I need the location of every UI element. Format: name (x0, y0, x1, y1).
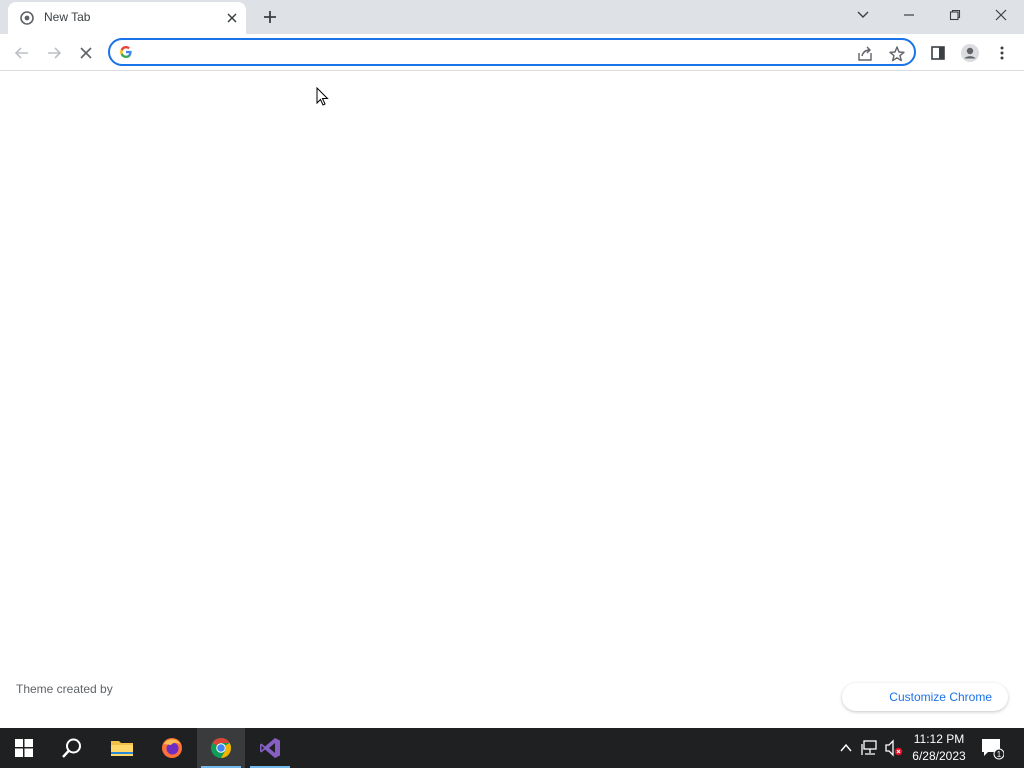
avatar-icon (961, 44, 979, 62)
tab-new-tab[interactable]: New Tab (8, 2, 246, 34)
action-center-button[interactable]: 1 (980, 736, 1005, 760)
clock-date: 6/28/2023 (912, 749, 966, 763)
file-explorer-icon (111, 741, 133, 756)
system-clock[interactable]: 11:12 PM 6/28/2023 (906, 731, 972, 765)
network-icon (861, 740, 877, 755)
close-window-button[interactable] (978, 0, 1024, 30)
restore-icon (949, 9, 961, 21)
taskbar-firefox[interactable] (148, 728, 196, 768)
back-button[interactable] (8, 39, 36, 67)
visual-studio-icon (260, 738, 280, 758)
taskbar-visual-studio[interactable] (246, 728, 294, 768)
restore-button[interactable] (932, 0, 978, 30)
browser-toolbar (0, 34, 1024, 71)
minimize-button[interactable] (886, 0, 932, 30)
network-status[interactable] (860, 738, 880, 758)
stop-icon (80, 47, 92, 59)
tab-title: New Tab (44, 10, 91, 24)
tab-search-button[interactable] (840, 0, 886, 30)
address-input[interactable] (144, 43, 844, 63)
notification-icon: 1 (982, 739, 1005, 760)
clock-time: 11:12 PM (913, 732, 965, 746)
side-panel-button[interactable] (924, 39, 952, 67)
theme-credit-text: Theme created by (16, 682, 113, 696)
windows-taskbar: 11:12 PM 6/28/2023 1 (0, 728, 1024, 768)
side-panel-icon (931, 46, 945, 60)
google-g-icon (120, 45, 132, 58)
new-tab-page: Theme created by Customize Chrome (0, 71, 1024, 728)
close-tab-icon[interactable] (224, 10, 240, 26)
minimize-icon (904, 14, 914, 16)
forward-arrow-icon (48, 47, 62, 59)
mouse-cursor-icon (316, 87, 329, 106)
search-icon (62, 738, 81, 758)
chevron-up-icon (840, 743, 852, 752)
stop-loading-button[interactable] (72, 39, 100, 67)
chrome-menu-button[interactable] (988, 39, 1016, 67)
forward-button[interactable] (40, 39, 68, 67)
chevron-down-icon (857, 11, 869, 18)
close-icon (995, 9, 1007, 21)
start-button[interactable] (0, 728, 48, 768)
customize-chrome-button[interactable]: Customize Chrome (842, 683, 1008, 711)
notification-count: 1 (997, 750, 1002, 759)
more-vert-icon (1000, 46, 1004, 60)
taskbar-chrome[interactable] (197, 728, 245, 768)
bookmark-star-icon[interactable] (888, 45, 906, 63)
new-tab-button[interactable] (258, 5, 282, 29)
back-arrow-icon (14, 47, 28, 59)
taskbar-search-button[interactable] (48, 728, 96, 768)
firefox-icon (162, 738, 182, 758)
chrome-icon (211, 738, 231, 758)
address-bar[interactable] (108, 38, 916, 66)
start-icon (15, 739, 33, 757)
tab-strip: New Tab (0, 0, 1024, 34)
chrome-logo-icon (20, 11, 34, 25)
share-icon[interactable] (856, 45, 874, 63)
show-hidden-icons-button[interactable] (836, 738, 856, 758)
volume-status[interactable] (884, 738, 904, 758)
customize-chrome-label: Customize Chrome (889, 690, 992, 704)
volume-muted-icon (885, 739, 903, 757)
taskbar-file-explorer[interactable] (98, 728, 146, 768)
profile-button[interactable] (956, 39, 984, 67)
